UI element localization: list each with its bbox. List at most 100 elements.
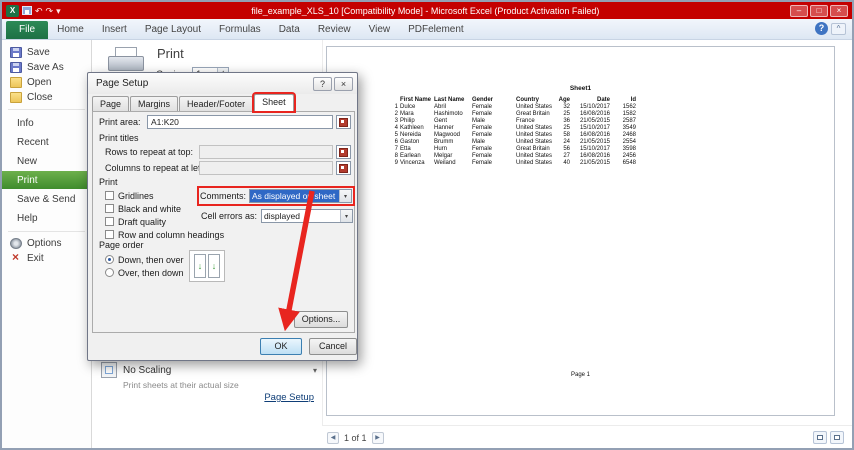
checkbox-box (105, 204, 114, 213)
ribbon-tab-insert[interactable]: Insert (93, 20, 136, 39)
preview-cell: Hashimoto (434, 111, 463, 117)
zoom-to-page-button[interactable] (813, 431, 827, 444)
scaling-label: No Scaling (123, 364, 172, 376)
preview-cell: 9 (394, 160, 398, 166)
cancel-button[interactable]: Cancel (309, 338, 357, 355)
preview-col-header: Age (558, 97, 570, 103)
print-area-input[interactable]: A1:K20 (147, 115, 333, 129)
preview-cell: Brumm (434, 139, 454, 145)
ribbon-tab-pdfelement[interactable]: PDFelement (399, 20, 473, 39)
preview-cell: 24 (563, 139, 570, 145)
sidebar-item-recent[interactable]: Recent (2, 133, 91, 151)
ribbon-tab-page-layout[interactable]: Page Layout (136, 20, 210, 39)
redo-icon[interactable]: ↷ (46, 5, 54, 17)
show-margins-button[interactable] (830, 431, 844, 444)
sidebar-item-save-as[interactable]: Save As (2, 60, 91, 75)
sidebar-item-info[interactable]: Info (2, 114, 91, 132)
previous-page-icon[interactable]: ◀ (327, 432, 339, 444)
rows-repeat-range-button[interactable] (336, 145, 351, 159)
sidebar-item-close[interactable]: Close (2, 90, 91, 105)
dialog-title: Page Setup (96, 78, 149, 89)
print-group-label: Print (99, 177, 118, 187)
ribbon-tab-view[interactable]: View (360, 20, 400, 39)
radio-down-then-over[interactable]: Down, then over (105, 253, 184, 266)
range-selector-icon (339, 163, 348, 173)
preview-cell: Philip (400, 118, 415, 124)
maximize-button[interactable]: □ (810, 4, 828, 17)
page-setup-link[interactable]: Page Setup (264, 392, 314, 403)
preview-cell: 6 (394, 139, 398, 145)
radio-label: Down, then over (118, 254, 184, 265)
preview-cell: 1582 (622, 111, 636, 117)
preview-col-header: Date (596, 97, 610, 103)
scaling-icon (101, 362, 117, 378)
nav-separator (8, 231, 85, 232)
preview-cell: Etta (400, 146, 411, 152)
sidebar-item-save-send[interactable]: Save & Send (2, 190, 91, 208)
preview-cell: Hurn (434, 146, 448, 152)
sidebar-item-help[interactable]: Help (2, 209, 91, 227)
cell-errors-dropdown[interactable]: displayed ▾ (261, 209, 354, 223)
dialog-tab-page[interactable]: Page (92, 96, 130, 111)
sidebar-item-label: New (17, 155, 38, 167)
sidebar-item-new[interactable]: New (2, 152, 91, 170)
preview-cell: 2456 (622, 153, 636, 159)
sidebar-item-label: Options (27, 238, 62, 249)
quick-access-toolbar: X ↶ ↷ ▾ (2, 4, 61, 17)
dropdown-arrow-icon[interactable]: ▾ (340, 210, 353, 222)
comments-dropdown[interactable]: As displayed on sheet ▾ (249, 189, 352, 203)
radio-label: Over, then down (118, 267, 184, 278)
scaling-setting[interactable]: No Scaling ▾ Print sheets at their actua… (101, 362, 317, 390)
minimize-button[interactable]: – (790, 4, 808, 17)
preview-cell: Male (472, 118, 486, 124)
comments-value: As displayed on sheet (250, 190, 339, 202)
dialog-footer: OK Cancel (88, 333, 357, 362)
sidebar-item-exit[interactable]: Exit (2, 251, 91, 266)
cols-repeat-range-button[interactable] (336, 161, 351, 175)
ribbon-tab-review[interactable]: Review (309, 20, 360, 39)
options-button[interactable]: Options... (294, 311, 348, 328)
scaling-dropdown-icon[interactable]: ▾ (313, 366, 317, 375)
preview-row: 3 Philip Gent Male France 36 21/05/2015 2587 (391, 118, 637, 125)
preview-col-header: Country (516, 97, 539, 103)
preview-cell: Earlean (400, 153, 421, 159)
sidebar-item-label: Open (27, 77, 52, 88)
dialog-tab-sheet[interactable]: Sheet (254, 94, 294, 111)
sidebar-item-options[interactable]: Options (2, 236, 91, 251)
preview-cell: 40 (563, 160, 570, 166)
title-bar: X ↶ ↷ ▾ file_example_XLS_10 [Compatibili… (2, 2, 852, 19)
sidebar-item-label: Exit (27, 253, 44, 264)
save-icon[interactable] (22, 6, 32, 15)
ribbon-tab-data[interactable]: Data (270, 20, 309, 39)
scaling-subtext: Print sheets at their actual size (123, 380, 239, 390)
file-tab[interactable]: File (6, 21, 49, 39)
preview-cell: 16/08/2016 (579, 153, 610, 159)
preview-cell: 21/05/2015 (579, 118, 610, 124)
preview-cell: 27 (563, 153, 570, 159)
dropdown-arrow-icon[interactable]: ▾ (339, 190, 351, 202)
dialog-close-icon[interactable]: × (334, 76, 353, 91)
undo-icon[interactable]: ↶ (35, 5, 43, 17)
preview-cell: Female (472, 111, 493, 117)
close-button[interactable]: × (830, 4, 848, 17)
preview-row: 9 Vincenza Weiland Female United States 40 21/… (391, 160, 637, 167)
sidebar-item-save[interactable]: Save (2, 45, 91, 60)
print-area-range-button[interactable] (336, 115, 351, 129)
sidebar-item-open[interactable]: Open (2, 75, 91, 90)
dialog-help-icon[interactable]: ? (313, 76, 332, 91)
preview-cell: Female (472, 125, 493, 131)
rows-repeat-input[interactable] (199, 145, 333, 159)
dialog-tab-header-footer[interactable]: Header/Footer (179, 96, 254, 111)
sidebar-item-print[interactable]: Print (2, 171, 91, 189)
excel-logo-icon[interactable]: X (6, 4, 19, 17)
help-icon[interactable]: ? (815, 22, 828, 35)
cols-repeat-input[interactable] (199, 161, 333, 175)
preview-cell: 36 (563, 118, 570, 124)
ribbon-tab-formulas[interactable]: Formulas (210, 20, 270, 39)
dialog-tab-margins[interactable]: Margins (130, 96, 179, 111)
minimize-ribbon-icon[interactable]: ^ (831, 22, 846, 35)
next-page-icon[interactable]: ▶ (371, 432, 384, 444)
radio-over-then-down[interactable]: Over, then down (105, 266, 184, 279)
ok-button[interactable]: OK (260, 338, 302, 355)
ribbon-tab-home[interactable]: Home (48, 20, 93, 39)
